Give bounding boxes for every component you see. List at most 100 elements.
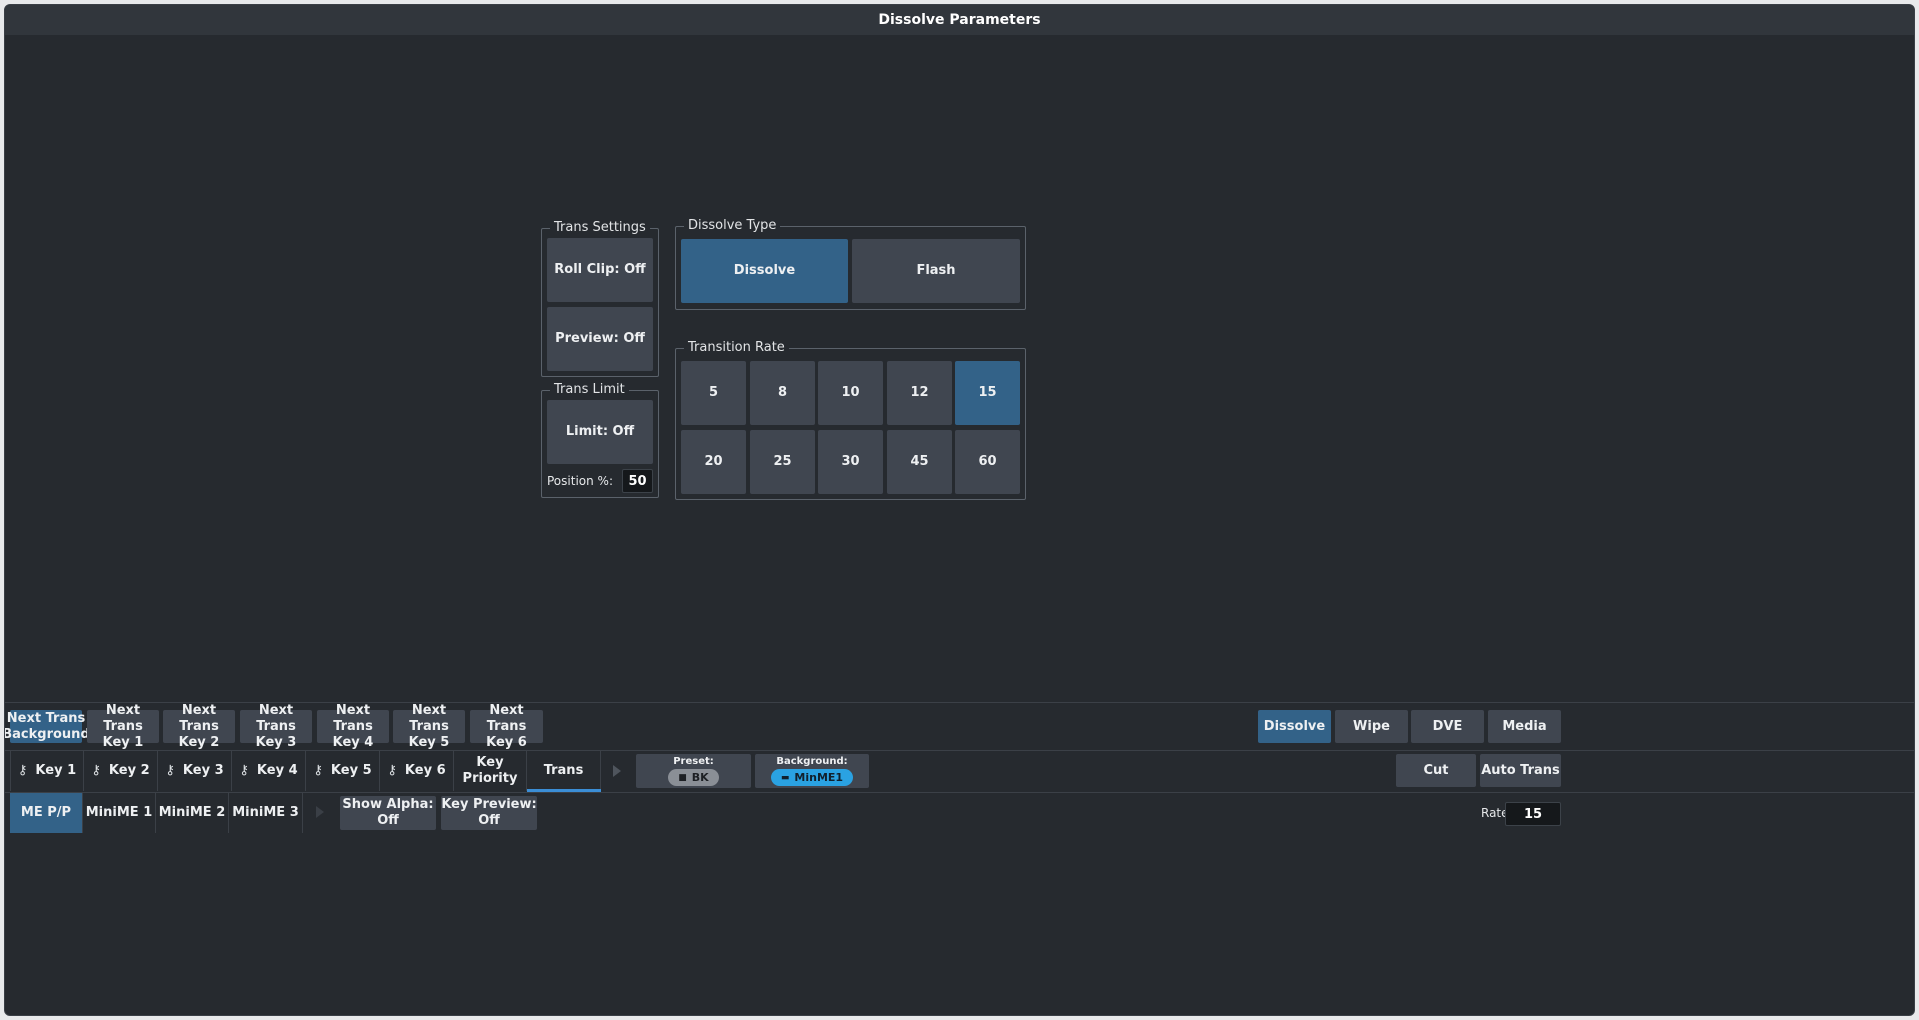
- dissolve-parameters-window: Dissolve Parameters Trans Settings Roll …: [4, 4, 1915, 1016]
- key-icon: ⚷: [239, 763, 249, 778]
- auto-trans-button[interactable]: Auto Trans: [1480, 754, 1561, 787]
- next-trans-line1: Next Trans: [333, 702, 373, 734]
- tab-key-priority[interactable]: Key Priority: [454, 751, 527, 791]
- rate-button-10[interactable]: 10: [818, 361, 883, 425]
- transition-rate-label: Transition Rate: [684, 340, 789, 356]
- key-icon: ⚷: [313, 763, 323, 778]
- tab-key-1[interactable]: ⚷ Key 1: [10, 751, 84, 791]
- window-title-bar: Dissolve Parameters: [5, 5, 1914, 35]
- source-icon: ■: [678, 772, 687, 783]
- preset-button[interactable]: Preset: ■ BK: [636, 754, 751, 788]
- preset-value: BK: [691, 770, 709, 784]
- tab-label: Key 4: [256, 763, 298, 778]
- rate-button-30[interactable]: 30: [818, 430, 883, 494]
- key-icon: ⚷: [91, 763, 101, 778]
- next-trans-key4-button[interactable]: Next Trans Key 4: [317, 703, 389, 750]
- next-trans-line2: Key 1: [102, 734, 144, 750]
- tab-key-4[interactable]: ⚷ Key 4: [232, 751, 306, 791]
- next-trans-line1: Next Trans: [103, 702, 143, 734]
- tab-minime-1[interactable]: MiniME 1: [83, 793, 156, 833]
- background-button[interactable]: Background: ▬ MinME1: [755, 754, 869, 788]
- rate-button-45[interactable]: 45: [887, 430, 952, 494]
- background-label: Background:: [776, 756, 848, 767]
- tab-label: Key 3: [182, 763, 224, 778]
- dissolve-type-flash-button[interactable]: Flash: [852, 239, 1020, 303]
- tab-key-6[interactable]: ⚷ Key 6: [380, 751, 454, 791]
- me-tabs-scroll-right-icon[interactable]: [316, 806, 324, 818]
- preview-button[interactable]: Preview: Off: [547, 307, 653, 371]
- tab-label: ME P/P: [20, 805, 72, 820]
- dissolve-type-dissolve-button[interactable]: Dissolve: [681, 239, 848, 303]
- tab-label-line1: Key: [476, 755, 504, 770]
- trans-limit-label: Trans Limit: [550, 382, 629, 398]
- tab-trans[interactable]: Trans: [527, 751, 601, 791]
- rate-button-60[interactable]: 60: [955, 430, 1020, 494]
- next-trans-line1: Next Trans: [6, 710, 86, 726]
- tabs-scroll-right-icon[interactable]: [613, 765, 621, 777]
- next-trans-line2: Key 6: [486, 734, 527, 750]
- preset-label: Preset:: [673, 756, 714, 767]
- next-trans-line1: Next Trans: [179, 702, 219, 734]
- key-preview-line2: Off: [478, 813, 500, 828]
- roll-clip-button[interactable]: Roll Clip: Off: [547, 238, 653, 302]
- cut-button[interactable]: Cut: [1396, 754, 1476, 787]
- key-icon: ⚷: [17, 763, 28, 778]
- tab-label: Key 5: [330, 763, 372, 778]
- tab-minime-2[interactable]: MiniME 2: [156, 793, 229, 833]
- next-trans-key3-button[interactable]: Next Trans Key 3: [240, 703, 312, 750]
- next-trans-line2: Key 2: [178, 734, 220, 750]
- trans-settings-label: Trans Settings: [550, 220, 650, 236]
- background-value: MinME1: [794, 770, 844, 784]
- tab-label: MiniME 1: [85, 805, 153, 820]
- rate-input[interactable]: 15: [1505, 802, 1561, 826]
- rate-button-12[interactable]: 12: [887, 361, 952, 425]
- next-trans-line1: Next Trans: [486, 702, 527, 734]
- tab-label: Trans: [543, 763, 584, 778]
- next-trans-key6-button[interactable]: Next Trans Key 6: [470, 703, 543, 750]
- rate-button-5[interactable]: 5: [681, 361, 746, 425]
- tab-label: Key 1: [35, 763, 77, 778]
- rate-button-15[interactable]: 15: [955, 361, 1020, 425]
- preset-pill: ■ BK: [668, 769, 719, 786]
- limit-button[interactable]: Limit: Off: [547, 400, 653, 464]
- tab-key-3[interactable]: ⚷ Key 3: [158, 751, 232, 791]
- key-icon: ⚷: [387, 763, 397, 778]
- position-input[interactable]: 50: [622, 469, 653, 493]
- tab-minime-3[interactable]: MiniME 3: [229, 793, 303, 833]
- tab-label: Key 2: [108, 763, 150, 778]
- trans-type-media-button[interactable]: Media: [1488, 710, 1561, 743]
- next-trans-line2: Key 4: [332, 734, 374, 750]
- next-trans-line1: Next Trans: [409, 702, 449, 734]
- next-trans-line2: Key 5: [408, 734, 450, 750]
- tab-label: MiniME 2: [158, 805, 226, 820]
- position-label: Position %:: [547, 474, 613, 488]
- tab-key-2[interactable]: ⚷ Key 2: [84, 751, 158, 791]
- monitor-icon: ▬: [780, 772, 790, 783]
- tab-me-pp[interactable]: ME P/P: [10, 793, 83, 833]
- rate-button-20[interactable]: 20: [681, 430, 746, 494]
- trans-type-dve-button[interactable]: DVE: [1411, 710, 1484, 743]
- show-alpha-line1: Show Alpha:: [342, 797, 434, 812]
- background-pill: ▬ MinME1: [770, 769, 854, 786]
- trans-type-wipe-button[interactable]: Wipe: [1335, 710, 1408, 743]
- tab-key-5[interactable]: ⚷ Key 5: [306, 751, 380, 791]
- next-trans-line2: Key 3: [255, 734, 297, 750]
- tab-label: Key 6: [404, 763, 446, 778]
- next-trans-key2-button[interactable]: Next Trans Key 2: [163, 703, 235, 750]
- window-title: Dissolve Parameters: [878, 12, 1041, 28]
- next-trans-key1-button[interactable]: Next Trans Key 1: [87, 703, 159, 750]
- next-trans-line1: Next Trans: [256, 702, 296, 734]
- next-trans-key5-button[interactable]: Next Trans Key 5: [393, 703, 465, 750]
- rate-button-8[interactable]: 8: [750, 361, 815, 425]
- show-alpha-line2: Off: [377, 813, 399, 828]
- next-trans-background-button[interactable]: Next Trans Background: [5, 710, 90, 743]
- key-preview-line1: Key Preview:: [441, 797, 537, 812]
- show-alpha-button[interactable]: Show Alpha: Off: [340, 796, 436, 830]
- trans-type-dissolve-button[interactable]: Dissolve: [1258, 710, 1331, 743]
- tab-label: MiniME 3: [232, 805, 299, 820]
- key-icon: ⚷: [165, 763, 175, 778]
- rate-button-25[interactable]: 25: [750, 430, 815, 494]
- tab-label-line2: Priority: [462, 771, 518, 786]
- dissolve-type-label: Dissolve Type: [684, 218, 781, 234]
- key-preview-button[interactable]: Key Preview: Off: [441, 796, 537, 830]
